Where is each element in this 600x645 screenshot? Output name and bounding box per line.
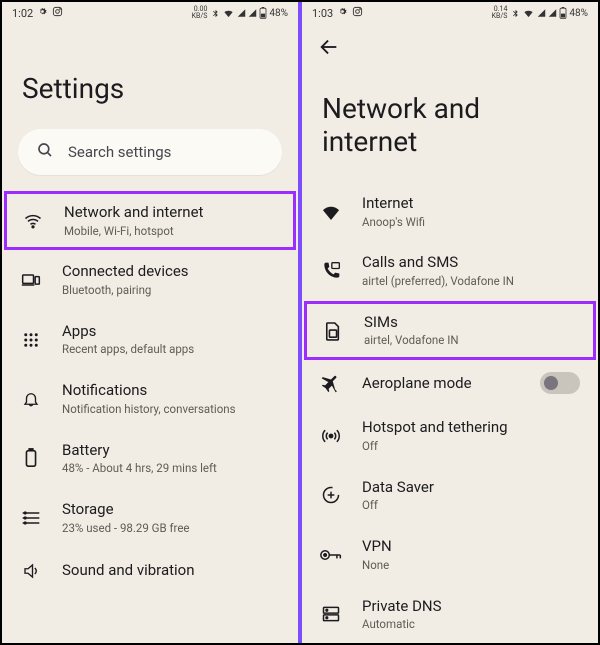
apps-grid-icon xyxy=(20,329,42,351)
bluetooth-icon xyxy=(511,8,520,19)
bell-icon xyxy=(20,388,42,410)
devices-icon xyxy=(20,269,42,291)
item-calls-and-sms[interactable]: Calls and SMS airtel (preferred), Vodafo… xyxy=(302,241,598,300)
status-time: 1:02 xyxy=(12,7,33,20)
item-subtitle: Bluetooth, pairing xyxy=(62,283,280,298)
item-aeroplane-mode[interactable]: Aeroplane mode xyxy=(302,360,598,406)
phone-message-icon xyxy=(320,260,342,282)
volume-icon xyxy=(20,560,42,582)
data-saver-icon xyxy=(320,484,342,506)
battery-icon xyxy=(559,7,567,19)
item-notifications[interactable]: Notifications Notification history, conv… xyxy=(2,369,298,428)
item-vpn[interactable]: VPN None xyxy=(302,525,598,584)
instagram-icon xyxy=(52,6,63,20)
item-title: Battery xyxy=(62,441,280,461)
wifi-icon xyxy=(22,210,44,232)
wifi-filled-icon xyxy=(320,201,342,223)
item-title: Notifications xyxy=(62,381,280,401)
item-apps[interactable]: Apps Recent apps, default apps xyxy=(2,310,298,369)
status-bar: 1:02 0.00KB/S 48% xyxy=(2,2,298,22)
item-subtitle: None xyxy=(362,558,580,573)
network-list: Internet Anoop's Wifi Calls and SMS airt… xyxy=(302,182,598,643)
item-title: Hotspot and tethering xyxy=(362,418,580,438)
page-title: Network and internet xyxy=(302,62,598,182)
item-subtitle: Anoop's Wifi xyxy=(362,215,580,230)
status-net-speed: 0.00 xyxy=(194,5,208,13)
gear-icon xyxy=(37,6,48,20)
status-net-speed: 0.14 xyxy=(494,5,508,13)
back-button[interactable] xyxy=(302,22,598,62)
item-title: Aeroplane mode xyxy=(362,374,520,394)
network-internet-screen: 1:03 0.14KB/S 48% Network and internet xyxy=(300,2,598,643)
item-hotspot-and-tethering[interactable]: Hotspot and tethering Off xyxy=(302,406,598,465)
item-private-dns[interactable]: Private DNS Automatic xyxy=(302,585,598,643)
storage-icon xyxy=(20,507,42,529)
item-subtitle: 23% used - 98.29 GB free xyxy=(62,521,280,536)
status-time: 1:03 xyxy=(312,7,333,20)
vpn-key-icon xyxy=(320,544,342,566)
item-title: Data Saver xyxy=(362,478,580,498)
item-subtitle: Automatic xyxy=(362,617,580,632)
bluetooth-icon xyxy=(211,8,220,19)
page-title: Settings xyxy=(2,22,298,129)
wifi-icon xyxy=(522,8,535,19)
item-network-and-internet[interactable]: Network and internet Mobile, Wi-Fi, hots… xyxy=(4,191,296,250)
item-subtitle: Off xyxy=(362,498,580,513)
aeroplane-mode-toggle[interactable] xyxy=(540,372,580,394)
item-subtitle: airtel, Vodafone IN xyxy=(364,333,578,348)
settings-list: Network and internet Mobile, Wi-Fi, hots… xyxy=(2,191,298,643)
sim-icon xyxy=(322,320,344,342)
item-title: Network and internet xyxy=(64,203,278,223)
battery-icon xyxy=(20,447,42,469)
item-subtitle: airtel (preferred), Vodafone IN xyxy=(362,274,580,289)
signal-icon xyxy=(248,8,257,18)
signal-icon xyxy=(237,8,246,18)
item-title: Apps xyxy=(62,322,280,342)
search-icon xyxy=(36,141,54,163)
item-battery[interactable]: Battery 48% - About 4 hrs, 29 mins left xyxy=(2,429,298,488)
item-title: Connected devices xyxy=(62,262,280,282)
search-settings[interactable]: Search settings xyxy=(18,129,282,175)
item-subtitle: Off xyxy=(362,439,580,454)
gear-icon xyxy=(337,6,348,20)
hotspot-icon xyxy=(320,425,342,447)
instagram-icon xyxy=(352,6,363,20)
status-battery: 48% xyxy=(269,8,288,19)
wifi-icon xyxy=(222,8,235,19)
airplane-icon xyxy=(320,372,342,394)
item-title: Internet xyxy=(362,194,580,214)
item-subtitle: Recent apps, default apps xyxy=(62,342,280,357)
item-storage[interactable]: Storage 23% used - 98.29 GB free xyxy=(2,488,298,547)
search-placeholder: Search settings xyxy=(68,143,171,161)
item-data-saver[interactable]: Data Saver Off xyxy=(302,466,598,525)
item-title: SIMs xyxy=(364,313,578,333)
item-sound-and-vibration[interactable]: Sound and vibration xyxy=(2,548,298,594)
signal-icon xyxy=(548,8,557,18)
item-title: VPN xyxy=(362,537,580,557)
settings-screen: 1:02 0.00KB/S 48% Settings Search settin… xyxy=(2,2,300,643)
signal-icon xyxy=(537,8,546,18)
item-connected-devices[interactable]: Connected devices Bluetooth, pairing xyxy=(2,250,298,309)
status-battery: 48% xyxy=(569,8,588,19)
item-title: Sound and vibration xyxy=(62,561,280,581)
item-sims[interactable]: SIMs airtel, Vodafone IN xyxy=(304,301,596,360)
item-internet[interactable]: Internet Anoop's Wifi xyxy=(302,182,598,241)
item-subtitle: Notification history, conversations xyxy=(62,402,280,417)
dns-icon xyxy=(320,603,342,625)
item-title: Private DNS xyxy=(362,597,580,617)
battery-icon xyxy=(259,7,267,19)
item-subtitle: Mobile, Wi-Fi, hotspot xyxy=(64,224,278,239)
status-bar: 1:03 0.14KB/S 48% xyxy=(302,2,598,22)
item-title: Calls and SMS xyxy=(362,253,580,273)
item-subtitle: 48% - About 4 hrs, 29 mins left xyxy=(62,461,280,476)
item-title: Storage xyxy=(62,500,280,520)
